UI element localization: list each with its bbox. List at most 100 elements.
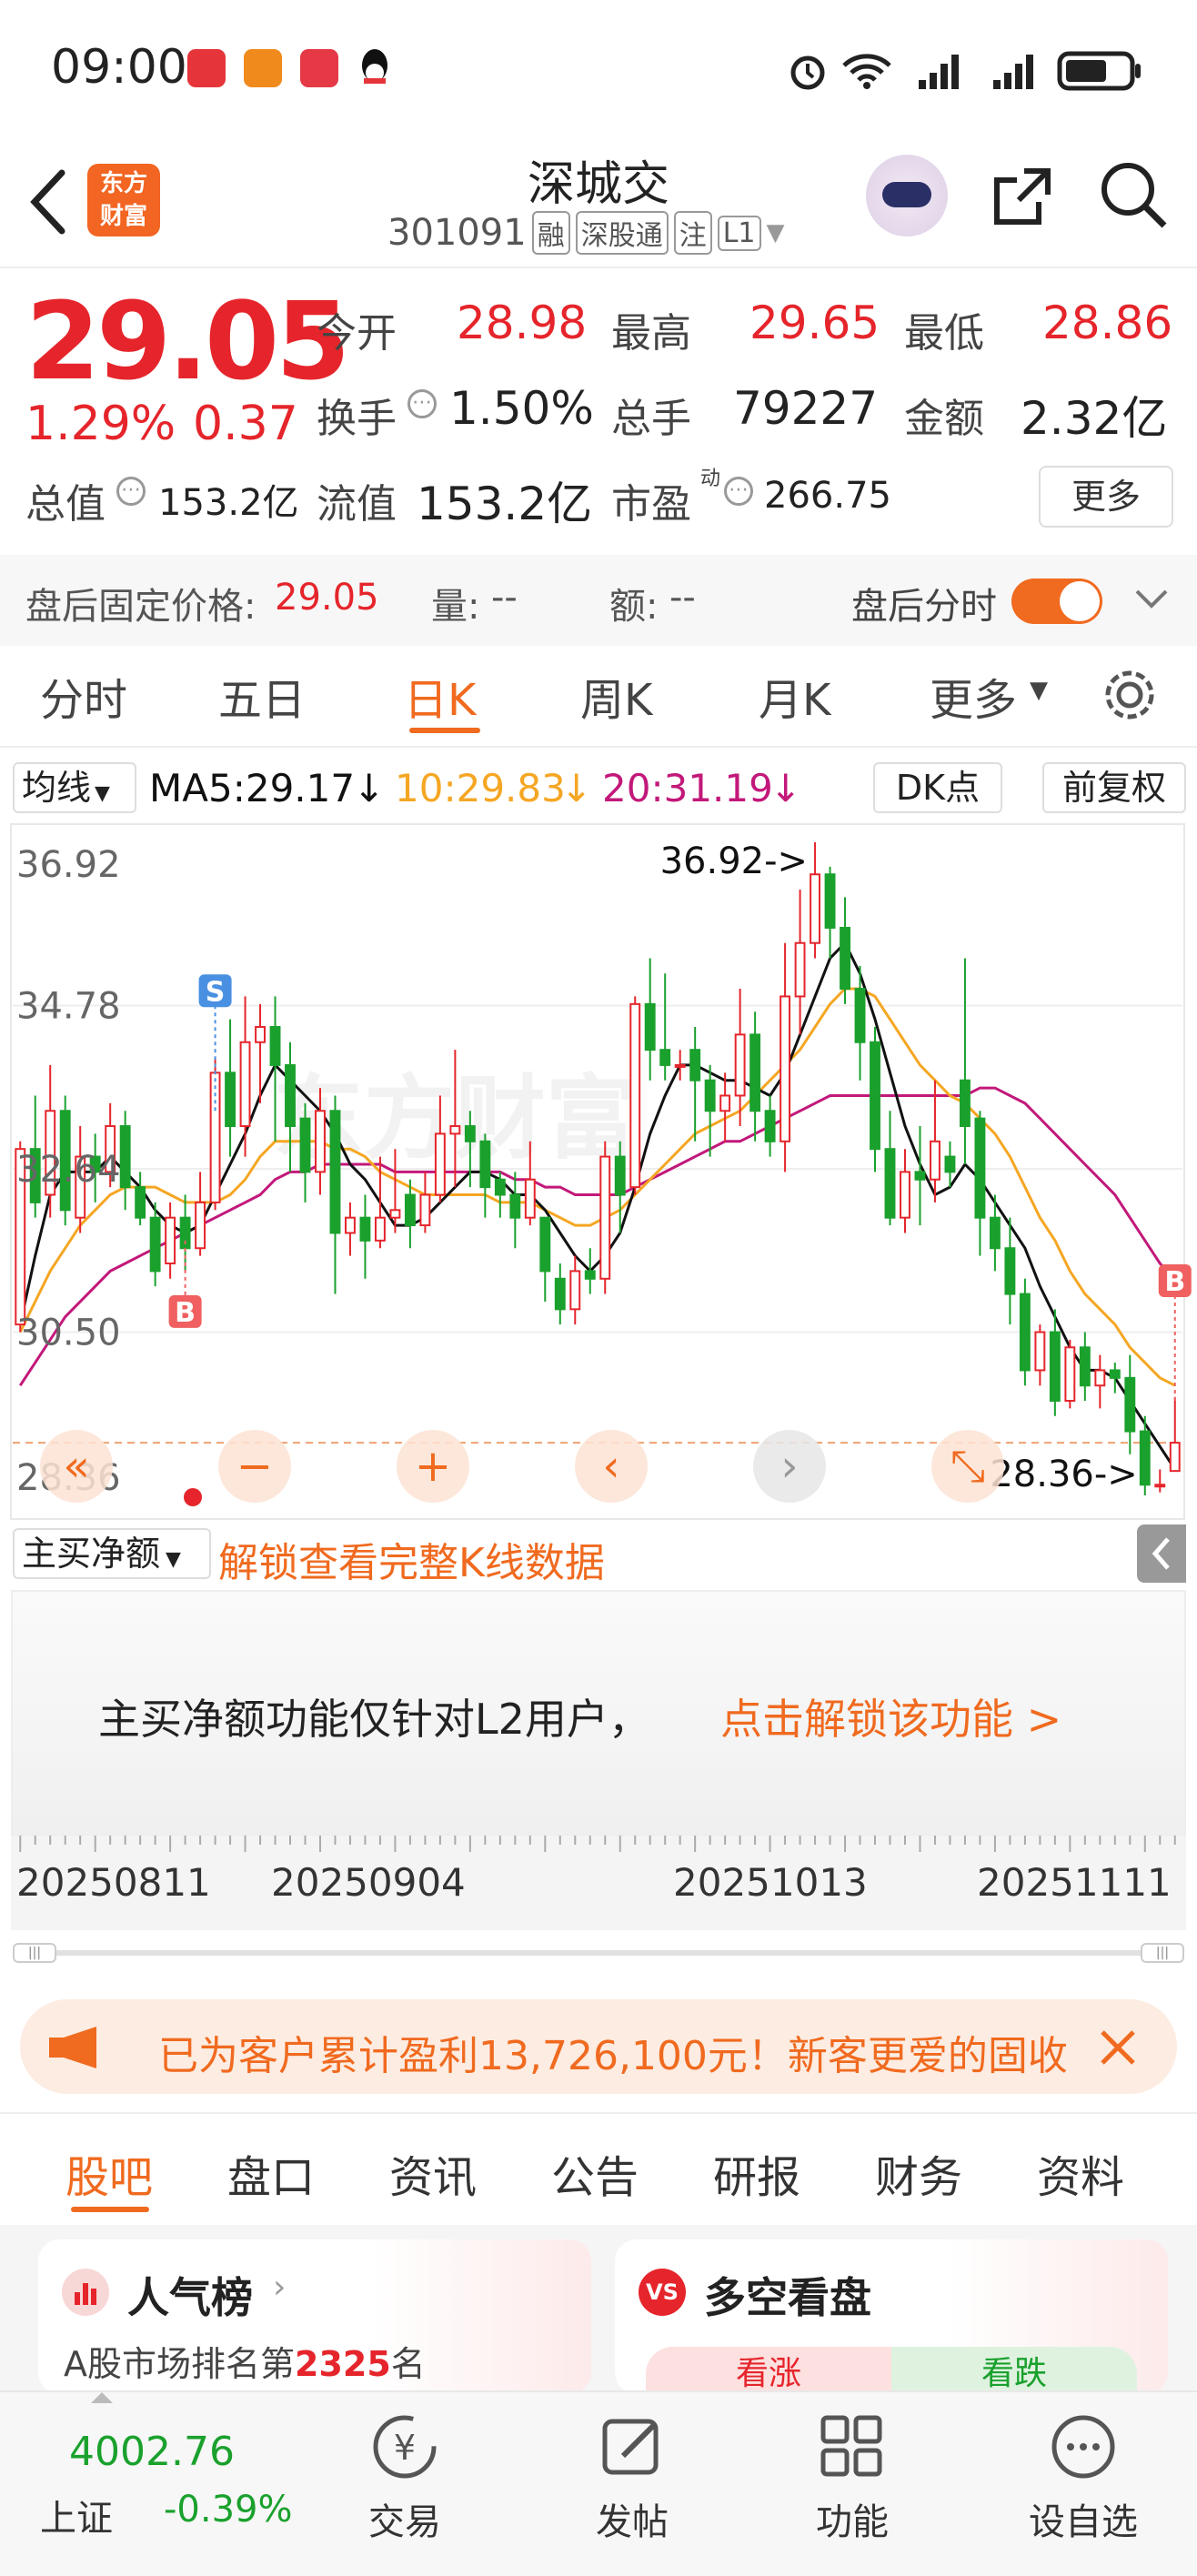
robot-assistant-icon[interactable] [866,155,948,236]
candle-up [599,1155,611,1280]
candle-down [884,1148,896,1219]
bar-chart-icon [62,2269,109,2316]
tab-news[interactable]: 资讯 [389,2141,477,2205]
candle-up [780,995,791,1142]
candle-down [614,1155,626,1196]
candle-down [989,1216,1001,1250]
search-icon[interactable] [1097,158,1170,231]
share-icon[interactable] [988,162,1057,231]
open-value: 28.98 [457,297,588,349]
nav-post[interactable]: 发帖 [573,2410,691,2565]
close-icon[interactable] [1097,2027,1139,2068]
gear-icon[interactable] [1101,666,1159,724]
chart-range-scrollbar[interactable]: ||| ||| [13,1943,1184,1963]
range-handle-right[interactable]: ||| [1141,1943,1184,1963]
candle-up [239,1041,251,1128]
indicator-selector[interactable]: 主买净额 ▼ [13,1528,211,1579]
price-adjust-button[interactable]: 前复权 [1042,762,1186,813]
tab-profile[interactable]: 资料 [1037,2141,1124,2205]
candle-up [1034,1331,1046,1372]
info-icon[interactable]: ⋯ [407,389,437,418]
wifi-icon [842,54,891,89]
candle-down [854,988,866,1043]
grid-icon [820,2415,882,2477]
range-handle-left[interactable]: ||| [13,1943,56,1963]
index-name[interactable]: 上证 [40,2489,113,2541]
tab-financials[interactable]: 财务 [875,2141,962,2205]
candle-up [374,1216,386,1242]
ma5-label: MA5:29.17 [149,766,356,810]
tab-daily-k[interactable]: 日K [404,664,476,728]
dk-point-button[interactable]: DK点 [873,762,1002,813]
tab-intraday[interactable]: 分时 [40,664,127,728]
caret-down-icon: ▼ [1030,677,1048,704]
fullscreen-icon-glyph: ⤡ [951,1441,985,1492]
candle-up [165,1216,176,1265]
candle-up [315,1110,326,1173]
megaphone-icon [49,2027,96,2068]
candle-up [629,1002,641,1189]
volume-label: 总手 [611,396,691,442]
pe-value: 266.75 [764,475,891,517]
tab-research[interactable]: 研报 [713,2141,800,2205]
candle-up [524,1178,536,1219]
buy-signal-marker-label: B [1164,1266,1185,1298]
tab-announcements[interactable]: 公告 [551,2141,639,2205]
kline-chart[interactable]: 东方财富 36.9234.7832.6430.5028.36 36.92->28… [0,822,1197,1523]
tab-more[interactable]: 更多 [930,664,1017,728]
candle-up [419,1193,431,1227]
after-hours-toggle-label: 盘后分时 [851,586,997,628]
candle-down [1079,1346,1091,1387]
caret-down-icon: ▼ [95,782,110,805]
candle-up [1154,1484,1166,1488]
candle-up [900,1171,910,1219]
index-value[interactable]: 4002.76 [69,2429,235,2475]
tag-level: L1 [717,215,761,251]
popularity-title: 人气榜 [127,2273,253,2322]
unlock-feature-link[interactable]: 点击解锁该功能 > [720,1686,1061,1746]
l2-lock-panel: 主买净额功能仅针对L2用户， 点击解锁该功能 > [11,1590,1186,1836]
more-dots-icon [1051,2415,1115,2479]
high-annotation: 36.92-> [660,840,808,882]
promo-banner[interactable]: 已为客户累计盈利13,726,100元！新客更爱的固收 [20,1999,1177,2094]
nav-trade[interactable]: ¥ 交易 [346,2410,464,2565]
status-bar: 09:00 [0,0,1197,146]
candle-up [1094,1369,1106,1387]
promo-text: 已为客户累计盈利13,726,100元！新客更爱的固收 [158,2033,1068,2079]
tab-weekly-k[interactable]: 周K [580,664,652,728]
bull-bear-card[interactable]: VS 多空看盘 看涨 看跌 [615,2239,1168,2401]
nav-functions[interactable]: 功能 [793,2410,911,2565]
nav-add-watchlist[interactable]: 设自选 [1006,2410,1161,2565]
more-button[interactable]: 更多 [1039,466,1173,528]
unlock-kline-link[interactable]: 解锁查看完整K线数据 [218,1530,605,1588]
turnover-label: 换手 [317,396,397,442]
amount-label: 金额 [904,396,984,442]
vs-title: 多空看盘 [704,2273,871,2322]
signal-icon-2 [993,55,1033,89]
tab-five-day[interactable]: 五日 [218,664,306,728]
after-hours-toggle[interactable] [1011,579,1102,624]
ma-selector[interactable]: 均线 ▼ [13,762,136,813]
candle-down [840,926,850,991]
info-icon[interactable]: ⋯ [116,477,146,506]
after-hours-amt: -- [669,577,696,619]
tab-monthly-k[interactable]: 月K [759,664,830,728]
collapse-panel-button[interactable] [1137,1524,1186,1583]
mktcap-label: 总值 [25,481,106,528]
index-change[interactable]: -0.39% [164,2489,293,2531]
chevron-down-icon[interactable] [1133,586,1170,613]
y-tick-label: 32.64 [16,1149,121,1191]
zoom-in-icon-glyph: + [415,1441,451,1492]
popularity-card[interactable]: 人气榜 › A股市场排名第2325名 [38,2239,591,2394]
caret-up-icon [91,2392,113,2403]
qq-icon [362,49,387,84]
candle-down [299,1117,311,1173]
candle-down [824,873,836,929]
after-hours-label: 盘后固定价格: [25,586,256,628]
after-hours-vol: -- [491,577,518,619]
tab-orderbook[interactable]: 盘口 [227,2141,315,2205]
turnover-value: 1.50% [449,382,594,435]
info-icon[interactable]: ⋯ [724,477,753,506]
tab-forum[interactable]: 股吧 [65,2141,153,2205]
stock-code-row[interactable]: 301091 融 深股通 注 L1 ▼ [387,211,785,255]
